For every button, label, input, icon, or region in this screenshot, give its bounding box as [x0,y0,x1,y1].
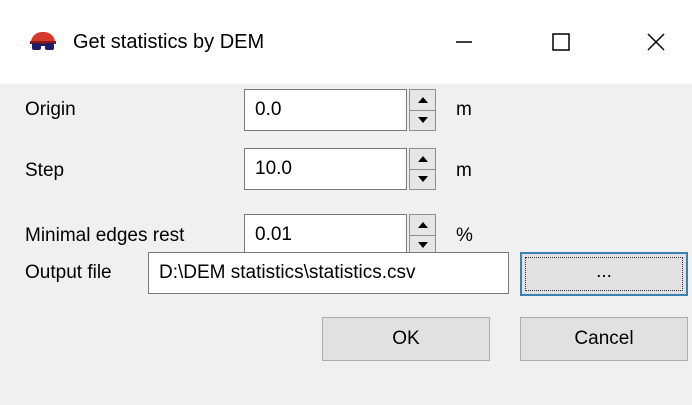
step-label: Step [25,160,65,181]
origin-label: Origin [25,99,76,120]
min-edges-spin-up-button[interactable] [410,215,435,236]
origin-spin-down-button[interactable] [410,110,435,130]
cancel-button[interactable]: Cancel [520,317,688,361]
dem-app-icon [30,32,56,50]
close-icon [647,33,665,51]
origin-input[interactable] [244,89,407,131]
step-spinner[interactable] [409,148,436,190]
origin-unit: m [456,99,472,120]
window-title: Get statistics by DEM [73,31,265,53]
step-spin-down-button[interactable] [410,169,435,189]
browse-button-label: ... [596,261,612,282]
maximize-button[interactable] [540,28,580,56]
output-file-input[interactable] [148,252,509,294]
triangle-up-icon [417,156,428,162]
min-edges-spinner[interactable] [409,214,436,256]
origin-spin-up-button[interactable] [410,90,435,111]
min-edges-label: Minimal edges rest [25,225,185,246]
maximize-icon [552,33,570,51]
dialog-body: Origin m Step m Minimal edges rest % Out… [0,84,692,405]
browse-button[interactable]: ... [520,252,688,296]
step-input[interactable] [244,148,407,190]
triangle-up-icon [417,222,428,228]
triangle-up-icon [417,97,428,103]
origin-spinner[interactable] [409,89,436,131]
step-unit: m [456,160,472,181]
min-edges-input[interactable] [244,214,407,256]
triangle-down-icon [417,176,428,182]
minimize-button[interactable] [444,28,484,56]
ok-button[interactable]: OK [322,317,490,361]
close-button[interactable] [636,28,676,56]
output-file-label: Output file [25,262,112,283]
triangle-down-icon [417,117,428,123]
title-bar[interactable]: Get statistics by DEM [0,0,692,84]
step-spin-up-button[interactable] [410,149,435,170]
minimize-icon [456,41,472,43]
triangle-down-icon [417,242,428,248]
min-edges-unit: % [456,225,473,246]
